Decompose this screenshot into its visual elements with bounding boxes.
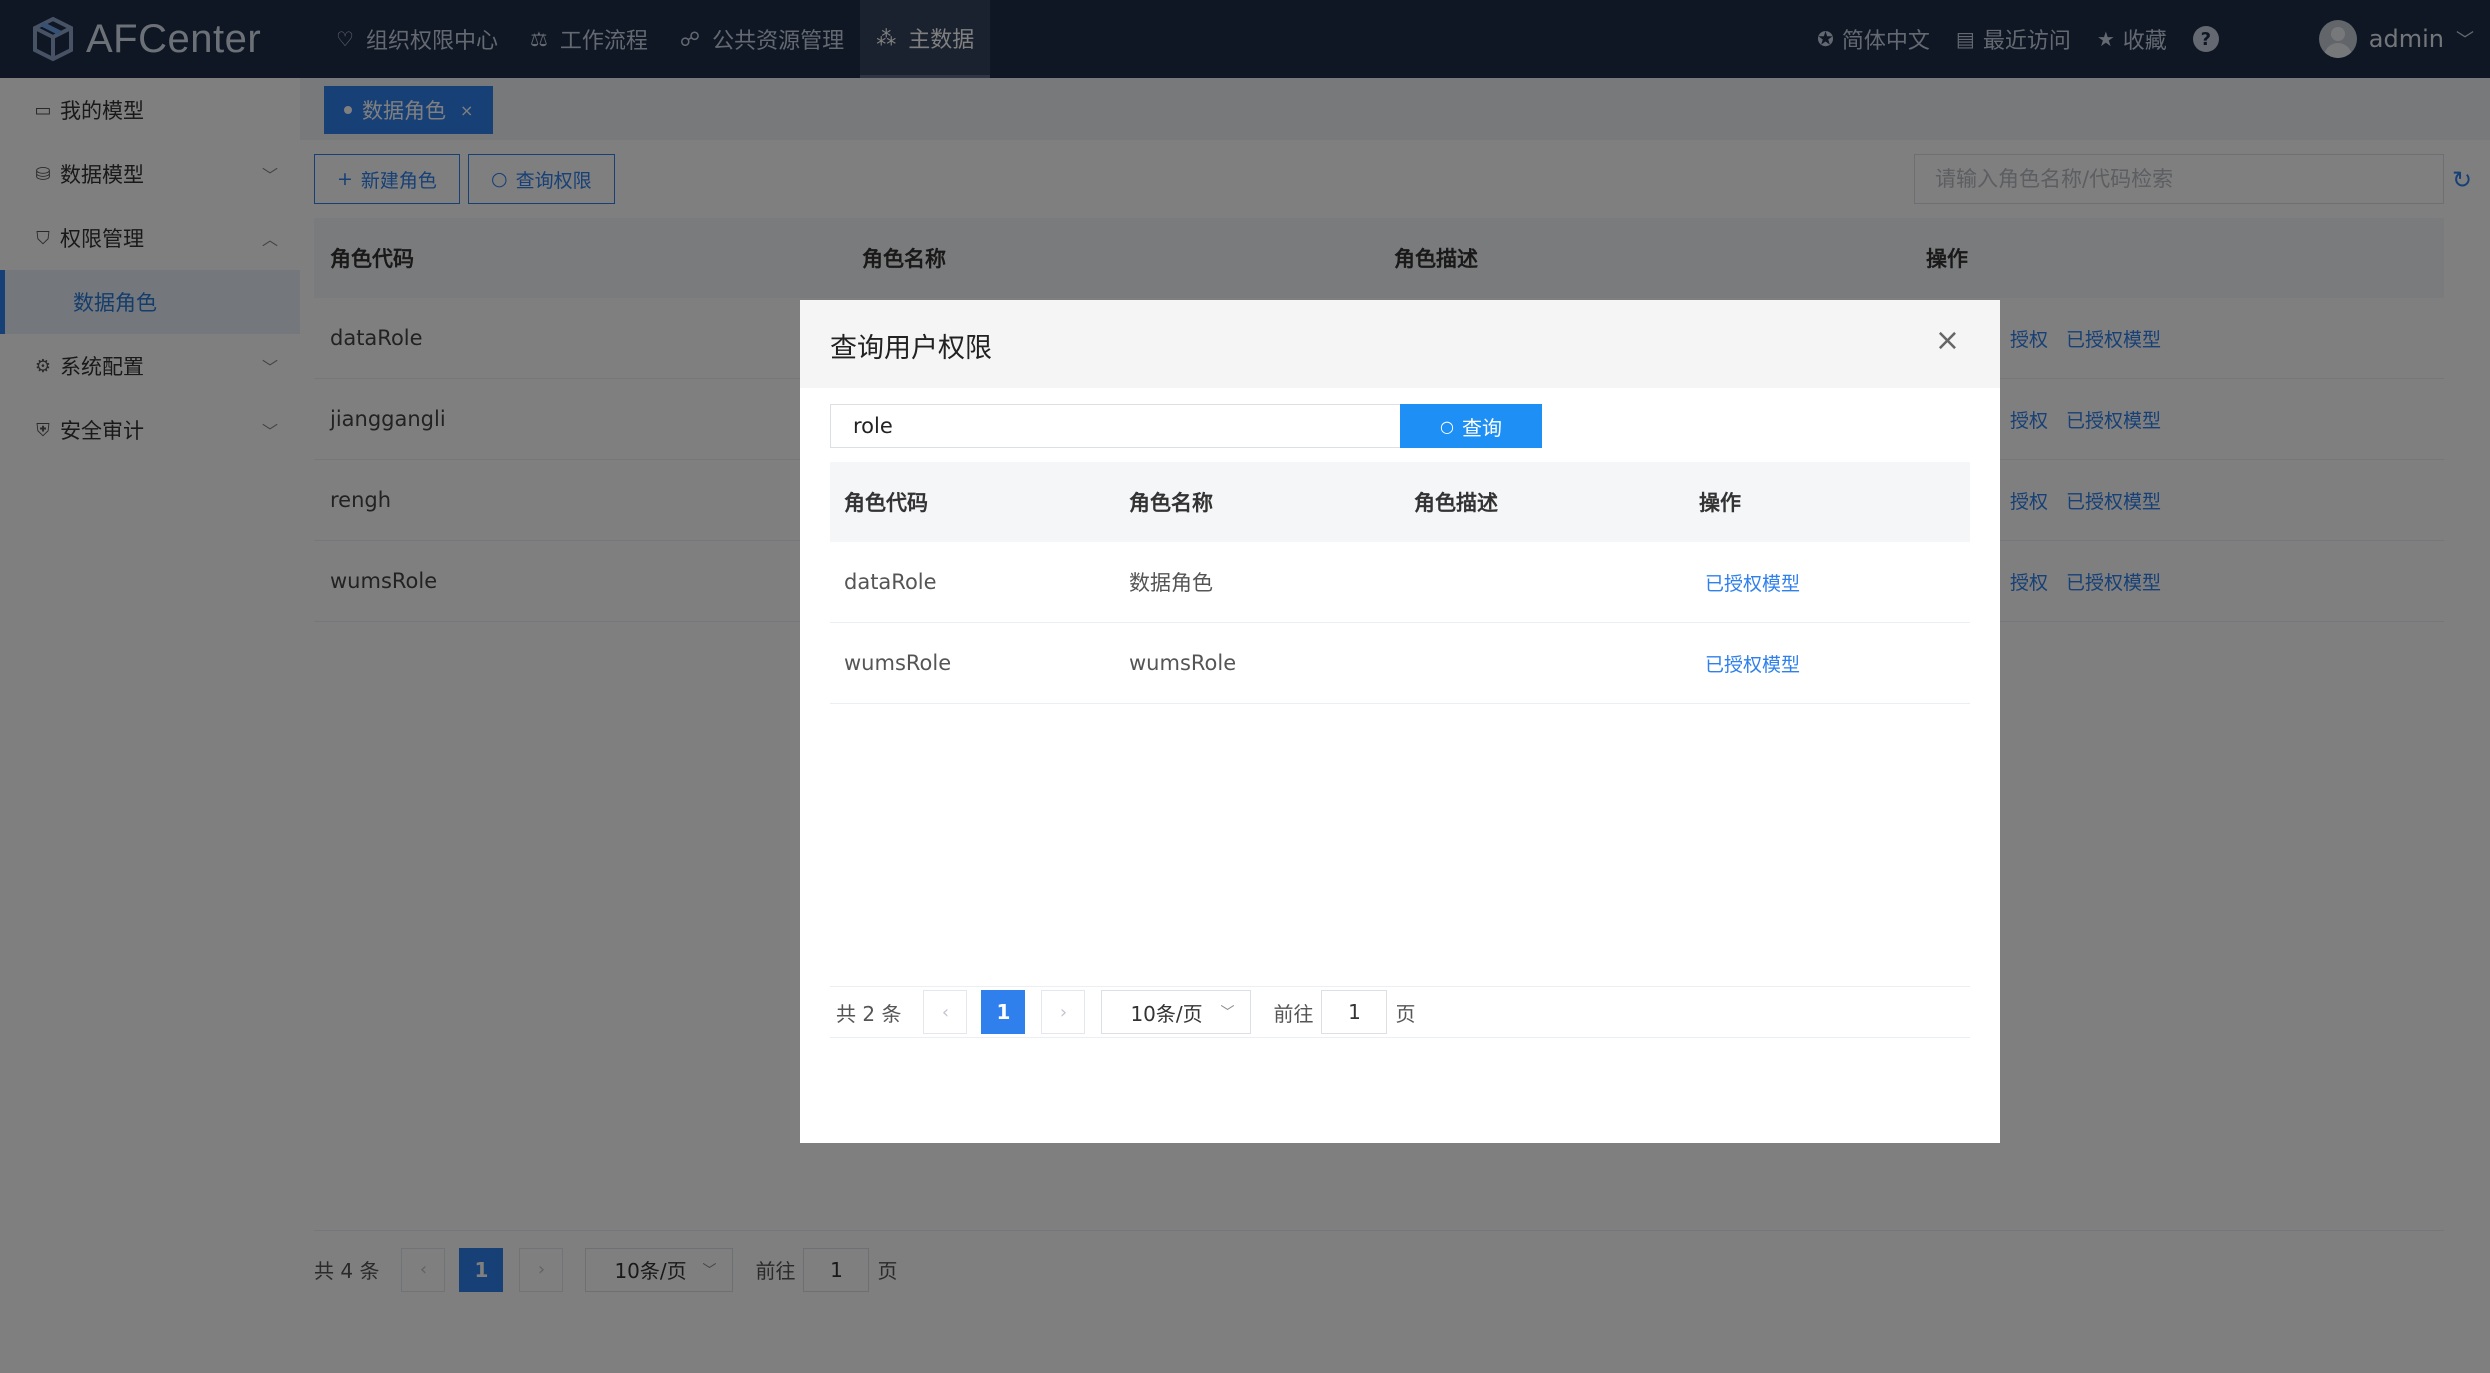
- page-number-1[interactable]: 1: [981, 990, 1026, 1034]
- column-header: 角色名称: [1129, 491, 1213, 515]
- close-icon[interactable]: ×: [1935, 326, 1960, 356]
- dialog-search-button[interactable]: ○ 查询: [1400, 404, 1542, 448]
- query-permission-dialog: 查询用户权限 × ○ 查询 角色代码 角色名称 角色描述 操作 dataRole…: [800, 300, 2000, 1143]
- dialog-results-table: 角色代码 角色名称 角色描述 操作 dataRole 数据角色 已授权模型 wu…: [830, 462, 1970, 704]
- row-actions: 已授权模型: [1685, 569, 1970, 596]
- column-header: 角色代码: [844, 491, 928, 515]
- column-header: 操作: [1699, 491, 1741, 515]
- table-header: 角色代码 角色名称 角色描述 操作: [830, 462, 1970, 542]
- page-unit: 页: [1395, 1001, 1416, 1026]
- dialog-search-input[interactable]: [830, 404, 1401, 448]
- dialog-pagination: 共 2 条 ‹ 1 › 10条/页 ﹀ 前往 1 页: [830, 986, 1970, 1038]
- next-page-button[interactable]: ›: [1041, 990, 1086, 1034]
- dialog-title: 查询用户权限: [830, 333, 992, 364]
- button-label: 查询: [1461, 415, 1502, 440]
- table-row: dataRole 数据角色 已授权模型: [830, 542, 1970, 623]
- chevron-down-icon: ﹀: [1220, 1005, 1235, 1021]
- granted-models-link[interactable]: 已授权模型: [1705, 654, 1800, 676]
- total-count: 共 2 条: [836, 1001, 902, 1026]
- granted-models-link[interactable]: 已授权模型: [1705, 573, 1800, 595]
- page-size-value: 10条/页: [1130, 1001, 1203, 1026]
- dialog-header: 查询用户权限 ×: [800, 300, 2000, 388]
- role-code: wumsRole: [844, 651, 952, 675]
- search-icon: ○: [1440, 416, 1454, 436]
- goto-label: 前往: [1273, 1001, 1314, 1026]
- table-row: wumsRole wumsRole 已授权模型: [830, 623, 1970, 704]
- goto-page-input[interactable]: 1: [1321, 990, 1388, 1034]
- column-header: 角色描述: [1414, 491, 1498, 515]
- page-size-select[interactable]: 10条/页 ﹀: [1101, 990, 1252, 1034]
- role-name: wumsRole: [1129, 651, 1237, 675]
- role-code: dataRole: [844, 570, 937, 594]
- role-name: 数据角色: [1129, 571, 1213, 595]
- row-actions: 已授权模型: [1685, 650, 1970, 677]
- prev-page-button[interactable]: ‹: [923, 990, 968, 1034]
